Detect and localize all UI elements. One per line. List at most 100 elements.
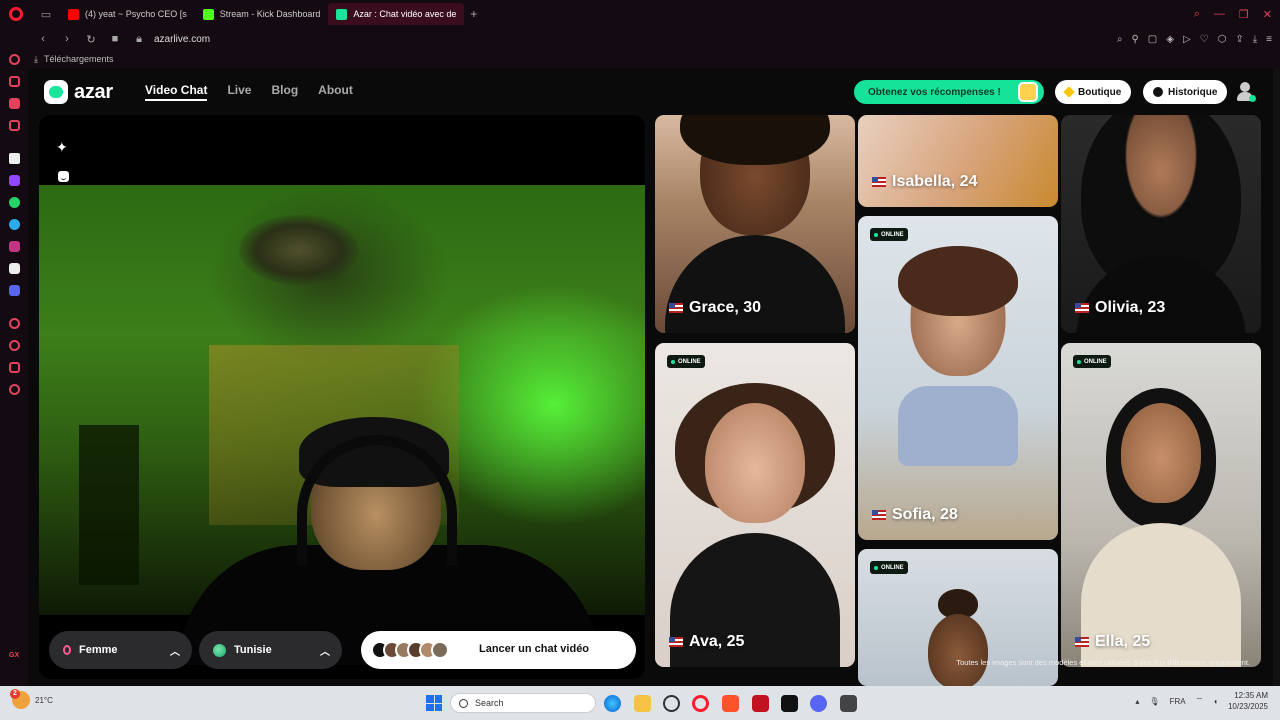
gender-value: Femme — [79, 644, 118, 656]
opera-logo-icon[interactable] — [0, 0, 32, 28]
scrollbar[interactable] — [1273, 68, 1280, 686]
start-button[interactable] — [426, 695, 442, 711]
effects-icon[interactable]: ✦ — [56, 139, 72, 155]
forward-button[interactable]: › — [58, 30, 76, 48]
search-tabs-icon[interactable]: ⌕ — [1194, 8, 1200, 21]
azar-page: azar Video Chat Live Blog About Obtenez … — [28, 68, 1280, 686]
profile-name: Sofia, 28 — [872, 506, 958, 524]
whatsapp-icon[interactable] — [9, 197, 20, 208]
shield-icon[interactable]: ◈ — [1166, 34, 1174, 45]
gx-corner-icon[interactable] — [9, 76, 20, 87]
tab-azar[interactable]: Azar : Chat vidéo avec de — [328, 3, 465, 25]
history-icon[interactable] — [9, 340, 20, 351]
wifi-icon[interactable]: ⌔ — [1196, 696, 1204, 706]
camera-icon[interactable]: ■ — [106, 30, 124, 48]
volume-icon[interactable]: ◖ — [1213, 697, 1218, 706]
country-select[interactable]: Tunisie ︿ — [199, 631, 342, 669]
back-button[interactable]: ‹ — [34, 30, 52, 48]
profile-name: Isabella, 24 — [872, 173, 977, 191]
gender-select[interactable]: Femme ︿ — [49, 631, 192, 669]
profile-card-sofia[interactable]: ONLINE Sofia, 28 — [858, 216, 1058, 540]
start-video-chat-button[interactable]: Lancer un chat vidéo — [361, 631, 636, 669]
female-icon — [63, 645, 71, 655]
nav-video-chat[interactable]: Video Chat — [145, 83, 208, 101]
tab-youtube[interactable]: (4) yeat ~ Psycho CEO [s — [60, 3, 195, 25]
clock[interactable]: 12:35 AM 10/23/2025 — [1228, 690, 1268, 712]
share-icon[interactable]: ⇪ — [1235, 34, 1243, 45]
news-icon[interactable] — [9, 120, 20, 131]
close-button[interactable]: ✕ — [1263, 8, 1272, 21]
profile-card-ella[interactable]: ONLINE Ella, 25 — [1061, 343, 1261, 667]
mic-icon[interactable]: 🎙︎ — [1149, 697, 1159, 706]
instagram-icon[interactable] — [9, 241, 20, 252]
history-button[interactable]: Historique — [1143, 80, 1228, 104]
downloads-bar: ⤓ Téléchargements — [28, 50, 1280, 68]
us-flag-icon — [1075, 303, 1089, 313]
download-icon[interactable]: ⤓ — [1253, 34, 1257, 45]
network-icon[interactable]: ▴ — [1135, 697, 1139, 706]
download-icon[interactable]: ⤓ — [34, 54, 38, 65]
azar-logo[interactable]: azar — [44, 80, 113, 104]
discord-icon[interactable] — [9, 285, 20, 296]
profile-card-olivia[interactable]: Olivia, 23 — [1061, 115, 1261, 333]
opera-gx-icon[interactable] — [692, 695, 709, 712]
tiktok-icon[interactable] — [9, 263, 20, 274]
brave-icon[interactable] — [722, 695, 739, 712]
snapshot-icon[interactable]: ▢ — [1148, 34, 1157, 45]
edge-icon[interactable] — [604, 695, 621, 712]
nav-about[interactable]: About — [318, 83, 353, 101]
aria-icon[interactable] — [9, 153, 20, 164]
profile-card-isabella[interactable]: Isabella, 24 — [858, 115, 1058, 207]
extensions-icon[interactable]: ⬡ — [1218, 34, 1227, 45]
extensions-sidebar-icon[interactable] — [9, 362, 20, 373]
downloads-label[interactable]: Téléchargements — [44, 54, 114, 64]
new-tab-button[interactable]: + — [464, 7, 483, 21]
nav-live[interactable]: Live — [227, 83, 251, 101]
reload-button[interactable]: ↻ — [82, 30, 100, 48]
language-indicator[interactable]: FRA — [1170, 697, 1186, 706]
address-actions: ⌕ ⚲ ▢ ◈ ▷ ♡ ⬡ ⇪ ⤓ ≡ — [1117, 28, 1272, 50]
tab-kick[interactable]: Stream - Kick Dashboard — [195, 3, 329, 25]
weather-widget[interactable]: 2 21°C — [10, 689, 53, 709]
ceiling-lamp — [239, 215, 359, 285]
settings-icon[interactable] — [9, 384, 20, 395]
shop-button[interactable]: Boutique — [1055, 80, 1132, 104]
tab-island-icon[interactable]: ▭ — [32, 0, 60, 28]
country-value: Tunisie — [234, 644, 272, 656]
online-badge: ONLINE — [1073, 355, 1111, 368]
taskbar-search[interactable]: Search — [450, 693, 596, 713]
profile-card-ava[interactable]: ONLINE Ava, 25 — [655, 343, 855, 667]
face-filter-icon[interactable] — [58, 171, 69, 182]
avatar-stack — [371, 641, 449, 659]
rewards-button[interactable]: Obtenez vos récompenses ! — [854, 80, 1044, 104]
obs-icon[interactable] — [840, 695, 857, 712]
menu-icon[interactable]: ≡ — [1266, 34, 1272, 45]
maximize-button[interactable]: ❐ — [1239, 8, 1249, 21]
player-icon[interactable] — [9, 318, 20, 329]
pin-icon[interactable]: ⚲ — [1131, 34, 1138, 45]
twitch-icon[interactable] — [9, 175, 20, 186]
play-icon[interactable]: ▷ — [1183, 34, 1191, 45]
tab-label: Azar : Chat vidéo avec de — [353, 9, 457, 19]
azar-icon — [336, 8, 348, 20]
main-menu: Video Chat Live Blog About — [145, 83, 353, 101]
url-field[interactable]: azarlive.com — [154, 34, 210, 45]
gift-icon — [1018, 82, 1038, 102]
profile-name: Ava, 25 — [669, 633, 744, 651]
minimize-button[interactable]: — — [1214, 8, 1225, 20]
file-explorer-icon[interactable] — [634, 695, 651, 712]
zoom-icon[interactable]: ⌕ — [1117, 34, 1123, 45]
discord-taskbar-icon[interactable] — [810, 695, 827, 712]
messenger-icon[interactable] — [9, 98, 20, 109]
telegram-icon[interactable] — [9, 219, 20, 230]
heart-icon[interactable]: ♡ — [1200, 34, 1209, 45]
user-avatar[interactable] — [1236, 82, 1256, 102]
chatgpt-icon[interactable] — [663, 695, 680, 712]
capcut-icon[interactable] — [781, 695, 798, 712]
gx-control-icon[interactable] — [9, 54, 20, 65]
gx-logo-icon: GX — [9, 652, 20, 659]
nav-blog[interactable]: Blog — [271, 83, 298, 101]
app-icon[interactable] — [752, 695, 769, 712]
profile-card-grace[interactable]: Grace, 30 — [655, 115, 855, 333]
browser-sidebar: GX — [0, 50, 28, 686]
